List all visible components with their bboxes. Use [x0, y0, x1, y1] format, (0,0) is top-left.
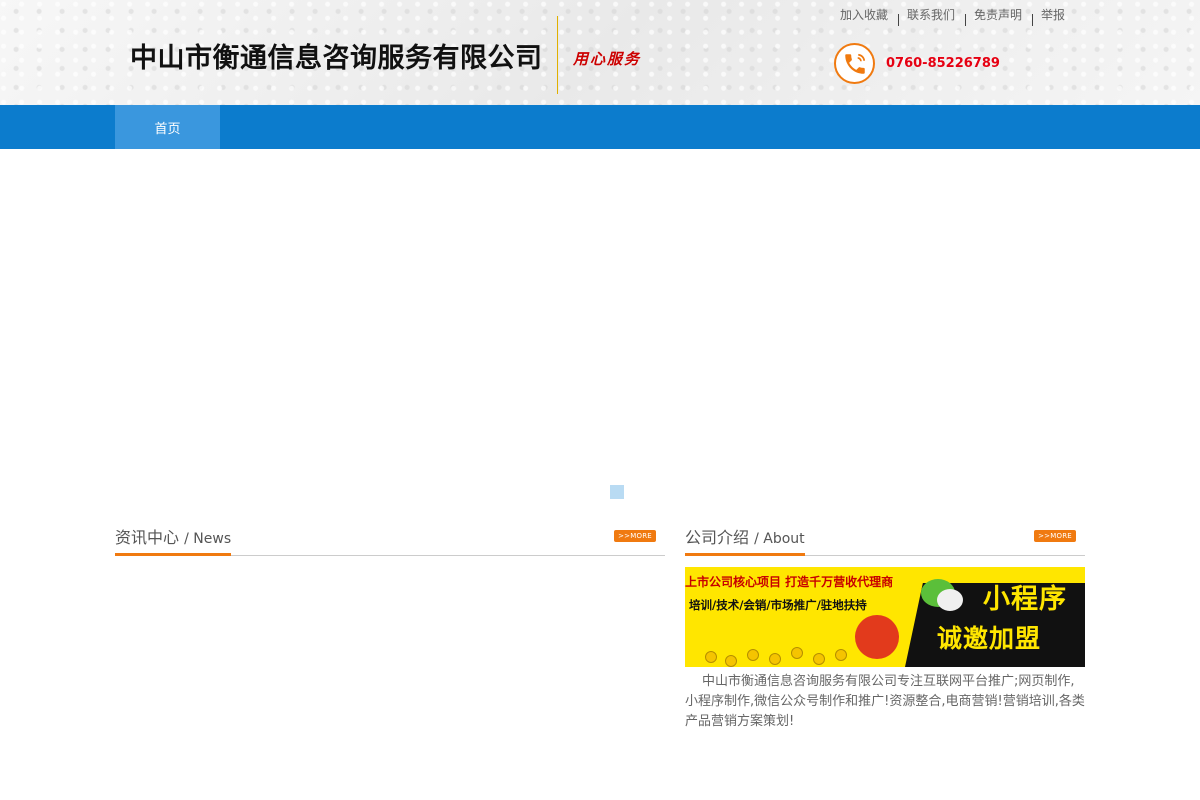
coin-icon	[835, 649, 847, 661]
about-subtitle: / About	[754, 531, 805, 547]
about-section-title: 公司介绍 / About	[685, 524, 805, 556]
about-banner-big2: 诚邀加盟	[937, 624, 1042, 653]
coin-icon	[705, 651, 717, 663]
top-links: 加入收藏 联系我们 免责声明 举报	[840, 6, 1065, 26]
coin-icon	[813, 653, 825, 665]
report-link[interactable]: 举报	[1041, 6, 1065, 23]
main-nav: 首页	[0, 105, 1200, 149]
coin-icon	[725, 655, 737, 667]
banner-indicator[interactable]	[610, 485, 624, 499]
coin-icon	[791, 647, 803, 659]
about-title: 公司介绍	[685, 528, 750, 547]
chat-bubble-icon	[937, 589, 963, 611]
phone-number: 0760-85226789	[886, 56, 1000, 71]
about-section-header: 公司介绍 / About >>MORE	[685, 524, 1085, 556]
header-divider	[557, 16, 558, 94]
coin-icon	[747, 649, 759, 661]
nav-item-home[interactable]: 首页	[115, 105, 220, 149]
about-banner-big1: 小程序	[983, 584, 1067, 615]
company-name: 中山市衡通信息咨询服务有限公司	[130, 43, 543, 74]
add-favorite-link[interactable]: 加入收藏	[840, 6, 888, 23]
about-banner-line1: 上市公司核心项目 打造千万营收代理商	[685, 575, 894, 589]
banner-area	[0, 149, 1200, 509]
news-subtitle: / News	[184, 531, 232, 547]
contact-us-link[interactable]: 联系我们	[907, 6, 955, 23]
news-section-header: 资讯中心 / News >>MORE	[115, 524, 665, 556]
superhero-figure-icon	[855, 615, 899, 659]
about-banner-image[interactable]: 上市公司核心项目 打造千万营收代理商 培训/技术/会销/市场推广/驻地扶持 小程…	[685, 567, 1085, 667]
link-separator	[898, 14, 900, 26]
slogan: 用心服务	[573, 50, 642, 68]
coin-icon	[769, 653, 781, 665]
link-separator	[965, 14, 967, 26]
about-description: 中山市衡通信息咨询服务有限公司专注互联网平台推广;网页制作,小程序制作,微信公众…	[685, 674, 1085, 729]
about-banner-line2: 培训/技术/会销/市场推广/驻地扶持	[689, 598, 867, 612]
link-separator	[1032, 14, 1034, 26]
news-title: 资讯中心	[115, 528, 180, 547]
news-more-button[interactable]: >>MORE	[614, 530, 656, 542]
phone-icon	[834, 43, 875, 84]
disclaimer-link[interactable]: 免责声明	[974, 6, 1022, 23]
about-more-button[interactable]: >>MORE	[1034, 530, 1076, 542]
header: 中山市衡通信息咨询服务有限公司 用心服务 加入收藏 联系我们 免责声明 举报 0…	[0, 0, 1200, 105]
news-section-title: 资讯中心 / News	[115, 524, 232, 556]
